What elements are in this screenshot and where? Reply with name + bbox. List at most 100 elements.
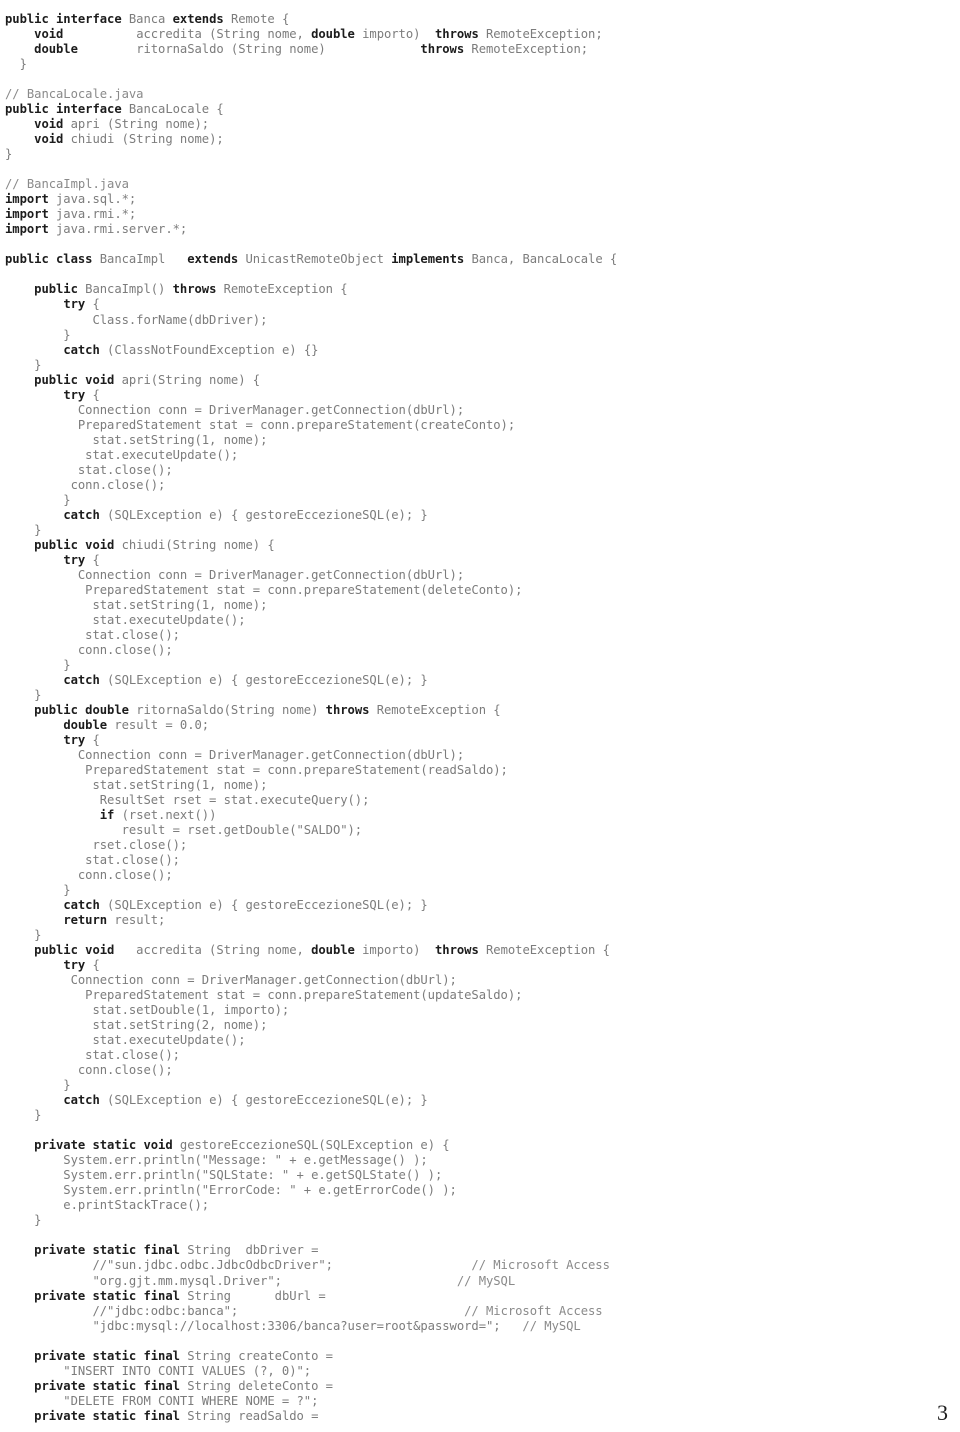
code-token: result;: [107, 913, 166, 928]
code-token: void: [34, 117, 64, 132]
code-line: }: [5, 328, 955, 343]
code-token: public interface: [5, 12, 129, 27]
code-line: Class.forName(dbDriver);: [5, 313, 955, 328]
code-line: stat.executeUpdate();: [5, 448, 955, 463]
code-token: double: [311, 943, 355, 958]
code-line: public double ritornaSaldo(String nome) …: [5, 703, 955, 718]
code-token: double: [34, 42, 78, 57]
code-token: try: [63, 387, 86, 402]
code-line: "DELETE FROM CONTI WHERE NOME = ?";: [5, 1394, 955, 1409]
code-line: void apri (String nome);: [5, 117, 955, 132]
code-line: // BancaLocale.java: [5, 87, 955, 102]
code-line: stat.close();: [5, 463, 955, 478]
code-line: stat.setString(1, nome);: [5, 598, 955, 613]
code-token: Connection conn = DriverManager.getConne…: [5, 973, 457, 988]
code-line: Connection conn = DriverManager.getConne…: [5, 403, 955, 418]
code-token: Connection conn = DriverManager.getConne…: [5, 567, 465, 582]
code-token: ritornaSaldo (String nome): [77, 42, 421, 57]
code-line: private static final String dbUrl =: [5, 1289, 955, 1304]
code-line: return result;: [5, 913, 955, 928]
code-token: (SQLException e) { gestoreEccezioneSQL(e…: [99, 507, 428, 522]
code-token: }: [5, 357, 42, 372]
code-token: RemoteException {: [369, 702, 501, 717]
code-line: try {: [5, 297, 955, 312]
code-token: extends: [187, 252, 239, 267]
code-line: }: [5, 1108, 955, 1123]
code-line: PreparedStatement stat = conn.prepareSta…: [5, 763, 955, 778]
code-token: private static final: [34, 1348, 188, 1363]
code-token: //"sun.jdbc.odbc.JdbcOdbcDriver";: [5, 1258, 472, 1273]
code-line: PreparedStatement stat = conn.prepareSta…: [5, 988, 955, 1003]
code-line: import java.rmi.server.*;: [5, 222, 955, 237]
code-token: stat.executeUpdate();: [5, 612, 246, 627]
code-token: String deleteConto =: [187, 1378, 333, 1393]
code-token: Connection conn = DriverManager.getConne…: [5, 747, 465, 762]
code-token: private static final: [34, 1408, 188, 1423]
code-line: System.err.println("ErrorCode: " + e.get…: [5, 1183, 955, 1198]
code-token: PreparedStatement stat = conn.prepareSta…: [5, 417, 516, 432]
code-token: result = 0.0;: [107, 717, 210, 732]
code-token: catch: [63, 672, 100, 687]
code-token: private static final: [34, 1243, 188, 1258]
code-token: implements: [391, 252, 465, 267]
code-token: void: [34, 132, 64, 147]
code-token: Banca, BancaLocale {: [464, 252, 618, 267]
code-token: RemoteException {: [478, 943, 610, 958]
code-line: private static final String readSaldo =: [5, 1409, 955, 1424]
code-token: try: [63, 552, 86, 567]
code-token: stat.setString(2, nome);: [5, 1018, 268, 1033]
code-line: catch (ClassNotFoundException e) {}: [5, 343, 955, 358]
code-line: stat.executeUpdate();: [5, 1033, 955, 1048]
code-line: void accredita (String nome, double impo…: [5, 27, 955, 42]
code-token: public: [34, 282, 86, 297]
code-token: BancaLocale {: [128, 102, 224, 117]
code-line: private static final String createConto …: [5, 1349, 955, 1364]
code-line: private static final String dbDriver =: [5, 1243, 955, 1258]
code-token: throws: [435, 27, 479, 42]
code-line: }: [5, 147, 955, 162]
code-token: throws: [172, 282, 217, 297]
code-token: private static void: [34, 1138, 180, 1153]
code-token: System.err.println("Message: " + e.getMe…: [5, 1153, 428, 1168]
code-token: java.rmi.*;: [48, 207, 137, 222]
code-line: }: [5, 658, 955, 673]
code-token: //"jdbc:odbc:banca";: [5, 1303, 465, 1318]
code-token: {: [85, 297, 100, 312]
code-token: PreparedStatement stat = conn.prepareSta…: [5, 762, 508, 777]
code-line: }: [5, 928, 955, 943]
code-token: accredita (String nome,: [63, 27, 312, 42]
code-token: stat.setString(1, nome);: [5, 597, 268, 612]
code-line: try {: [5, 388, 955, 403]
code-token: "jdbc:mysql://localhost:3306/banca?user=…: [5, 1318, 523, 1333]
code-token: Banca: [128, 12, 173, 27]
code-token: }: [5, 1078, 71, 1093]
code-line: }: [5, 1078, 955, 1093]
code-token: conn.close();: [5, 477, 166, 492]
code-token: (rset.next()): [114, 808, 217, 823]
code-token: public class: [5, 252, 100, 267]
code-token: result = rset.getDouble("SALDO");: [5, 823, 363, 838]
code-line: conn.close();: [5, 1063, 955, 1078]
code-token: chiudi (String nome);: [63, 132, 224, 147]
code-line: catch (SQLException e) { gestoreEccezion…: [5, 508, 955, 523]
code-line: // BancaImpl.java: [5, 177, 955, 192]
code-token: accredita (String nome,: [121, 943, 312, 958]
code-line: }: [5, 1213, 955, 1228]
code-token: chiudi(String nome) {: [121, 537, 275, 552]
code-line: try {: [5, 958, 955, 973]
code-line: private static final String deleteConto …: [5, 1379, 955, 1394]
code-token: catch: [63, 507, 100, 522]
